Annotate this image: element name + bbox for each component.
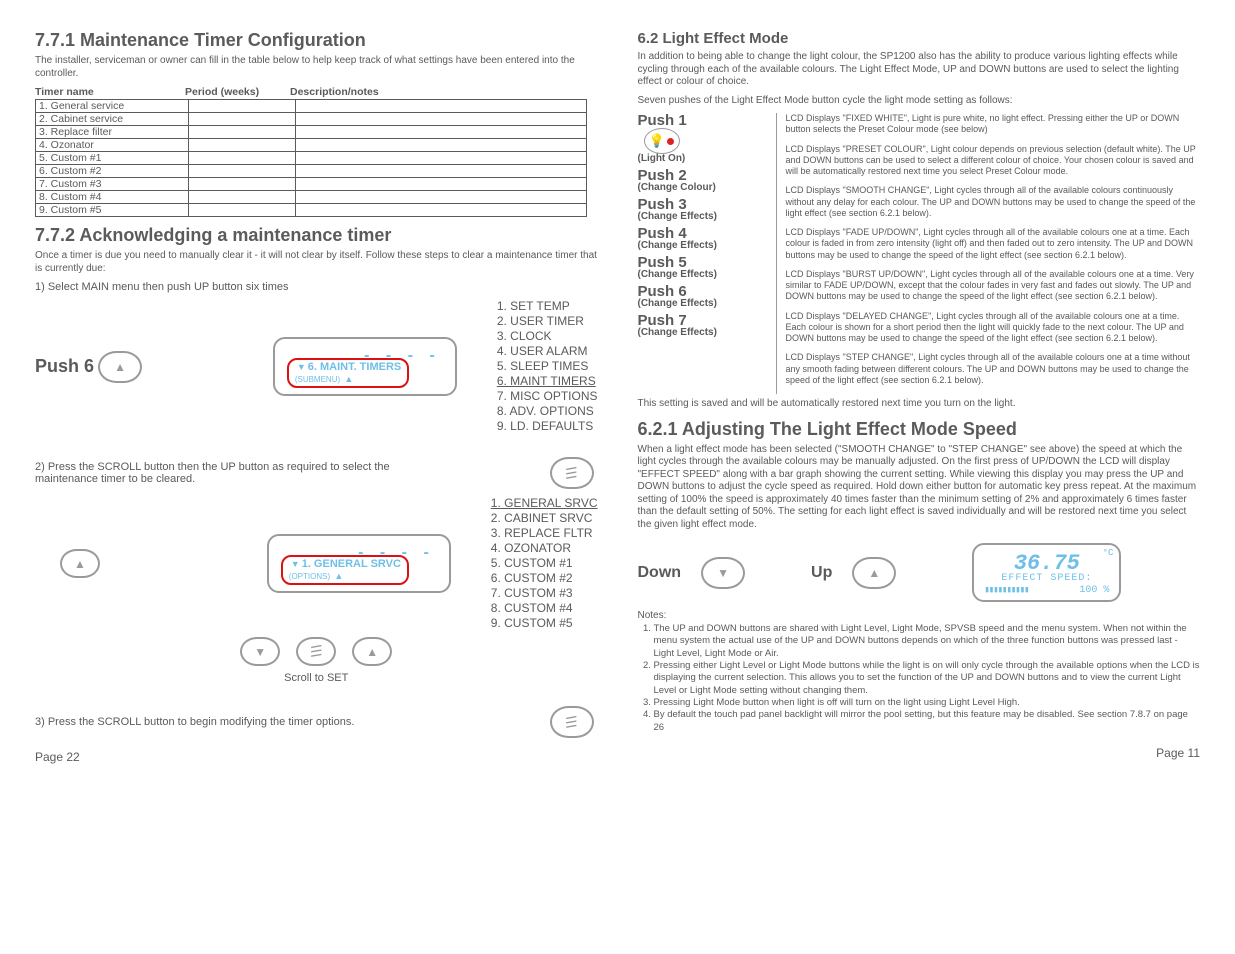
page-number-left: Page 22 (35, 750, 598, 764)
list-item: 2. CABINET SRVC (491, 511, 598, 526)
push-desc-column: LCD Displays "FIXED WHITE", Light is pur… (786, 113, 1201, 394)
push-label: Push 2(Change Colour) (638, 168, 768, 193)
up-button-4[interactable] (852, 557, 896, 589)
list-item: 1. SET TEMP (497, 299, 598, 314)
arrow-up-icon (74, 557, 86, 571)
push-description: LCD Displays "FIXED WHITE", Light is pur… (786, 113, 1201, 136)
lcd-effect-speed: °C 36.75 EFFECT SPEED: ▮▮▮▮▮▮▮▮▮▮ 100 % (972, 543, 1121, 602)
scroll-icon (565, 465, 578, 482)
list-item: 2. USER TIMER (497, 314, 598, 329)
scroll-button[interactable] (550, 457, 594, 489)
list-item: 1. GENERAL SRVC (491, 496, 598, 511)
step-3: 3) Press the SCROLL button to begin modi… (35, 716, 435, 728)
seven-pushes: Seven pushes of the Light Effect Mode bu… (638, 95, 1201, 108)
arrow-down-icon (717, 566, 729, 580)
up-button[interactable] (98, 351, 142, 383)
table-header: Timer name Period (weeks) Description/no… (35, 86, 598, 98)
list-item: 4. USER ALARM (497, 344, 598, 359)
list-item: 3. REPLACE FLTR (491, 526, 598, 541)
intro-772: Once a timer is due you need to manually… (35, 250, 598, 275)
list-item: 9. LD. DEFAULTS (497, 419, 598, 434)
arrow-up-icon (868, 566, 880, 580)
scroll-button-3[interactable] (550, 706, 594, 738)
list-item: 8. CUSTOM #4 (491, 601, 598, 616)
scroll-button-2[interactable] (296, 637, 336, 666)
up-button-2[interactable] (60, 549, 100, 578)
list-item: 4. OZONATOR (491, 541, 598, 556)
table-row: 5. Custom #1 (36, 152, 587, 165)
table-row: 3. Replace filter (36, 126, 587, 139)
list-item: 7. MISC OPTIONS (497, 389, 598, 404)
main-menu-list: 1. SET TEMP2. USER TIMER3. CLOCK4. USER … (497, 299, 598, 434)
list-item: 6. CUSTOM #2 (491, 571, 598, 586)
submenu-list: 1. GENERAL SRVC2. CABINET SRVC3. REPLACE… (491, 496, 598, 631)
down-button-2[interactable] (701, 557, 745, 589)
page-number-right: Page 11 (638, 746, 1201, 760)
heading-621: 6.2.1 Adjusting The Light Effect Mode Sp… (638, 419, 1201, 440)
push-description: LCD Displays "STEP CHANGE", Light cycles… (786, 352, 1201, 386)
list-item: 5. CUSTOM #1 (491, 556, 598, 571)
list-item: By default the touch pad panel backlight… (654, 709, 1201, 734)
left-page: 7.7.1 Maintenance Timer Configuration Th… (35, 30, 598, 764)
p-621: When a light effect mode has been select… (638, 444, 1201, 532)
table-row: 8. Custom #4 (36, 191, 587, 204)
notes-heading: Notes: (638, 610, 1201, 621)
list-item: 3. CLOCK (497, 329, 598, 344)
push-description: LCD Displays "SMOOTH CHANGE", Light cycl… (786, 185, 1201, 219)
lcd-display-2: - - - - ▼1. GENERAL SRVC(OPTIONS) ▲ (267, 534, 451, 593)
table-row: 7. Custom #3 (36, 178, 587, 191)
up-label: Up (811, 564, 832, 582)
push-description: LCD Displays "DELAYED CHANGE", Light cyc… (786, 311, 1201, 345)
push-label: Push 5(Change Effects) (638, 255, 768, 280)
step-2: 2) Press the SCROLL button then the UP b… (35, 461, 415, 485)
push-label: Push 7(Change Effects) (638, 313, 768, 338)
push-description: LCD Displays "PRESET COLOUR", Light colo… (786, 144, 1201, 178)
intro-62: In addition to being able to change the … (638, 51, 1201, 89)
table-row: 6. Custom #2 (36, 165, 587, 178)
scroll-icon (565, 714, 578, 731)
list-item: 5. SLEEP TIMES (497, 359, 598, 374)
list-item: 7. CUSTOM #3 (491, 586, 598, 601)
lcd-display-1: - - - - ▼6. MAINT. TIMERS(SUBMENU) ▲ (273, 337, 457, 396)
list-item: Pressing either Light Level or Light Mod… (654, 660, 1201, 697)
arrow-down-icon (254, 645, 266, 659)
list-item: 9. CUSTOM #5 (491, 616, 598, 631)
push-description: LCD Displays "BURST UP/DOWN", Light cycl… (786, 269, 1201, 303)
table-row: 9. Custom #5 (36, 204, 587, 217)
table-row: 2. Cabinet service (36, 113, 587, 126)
setting-saved: This setting is saved and will be automa… (638, 398, 1201, 411)
intro-771: The installer, serviceman or owner can f… (35, 55, 598, 80)
right-page: 6.2 Light Effect Mode In addition to bei… (638, 30, 1201, 764)
table-row: 1. General service (36, 100, 587, 113)
heading-62: 6.2 Light Effect Mode (638, 30, 1201, 47)
arrow-up-icon (366, 645, 378, 659)
list-item: The UP and DOWN buttons are shared with … (654, 623, 1201, 660)
up-button-3[interactable] (352, 637, 392, 666)
bulb-icon: 💡 (644, 128, 680, 154)
list-item: 6. MAINT TIMERS (497, 374, 598, 389)
down-label: Down (638, 564, 682, 582)
table-row: 4. Ozonator (36, 139, 587, 152)
heading-771: 7.7.1 Maintenance Timer Configuration (35, 30, 598, 51)
arrow-up-icon (114, 360, 126, 374)
list-item: 8. ADV. OPTIONS (497, 404, 598, 419)
notes-list: The UP and DOWN buttons are shared with … (638, 623, 1201, 734)
push-label: Push 3(Change Effects) (638, 197, 768, 222)
push-description: LCD Displays "FADE UP/DOWN", Light cycle… (786, 227, 1201, 261)
list-item: Pressing Light Mode button when light is… (654, 697, 1201, 709)
down-button[interactable] (240, 637, 280, 666)
step-1: 1) Select MAIN menu then push UP button … (35, 281, 598, 293)
scroll-icon (310, 643, 323, 660)
push-label: Push 6(Change Effects) (638, 284, 768, 309)
push-label: Push 4(Change Effects) (638, 226, 768, 251)
heading-772: 7.7.2 Acknowledging a maintenance timer (35, 225, 598, 246)
push-label-column: Push 1💡(Light On) Push 2(Change Colour) Pu… (638, 113, 768, 394)
scroll-to-set-label: Scroll to SET (284, 672, 348, 684)
timer-table: 1. General service2. Cabinet service3. R… (35, 99, 587, 217)
push-6-label: Push 6 (35, 356, 94, 377)
push-label: Push 1💡(Light On) (638, 113, 768, 164)
